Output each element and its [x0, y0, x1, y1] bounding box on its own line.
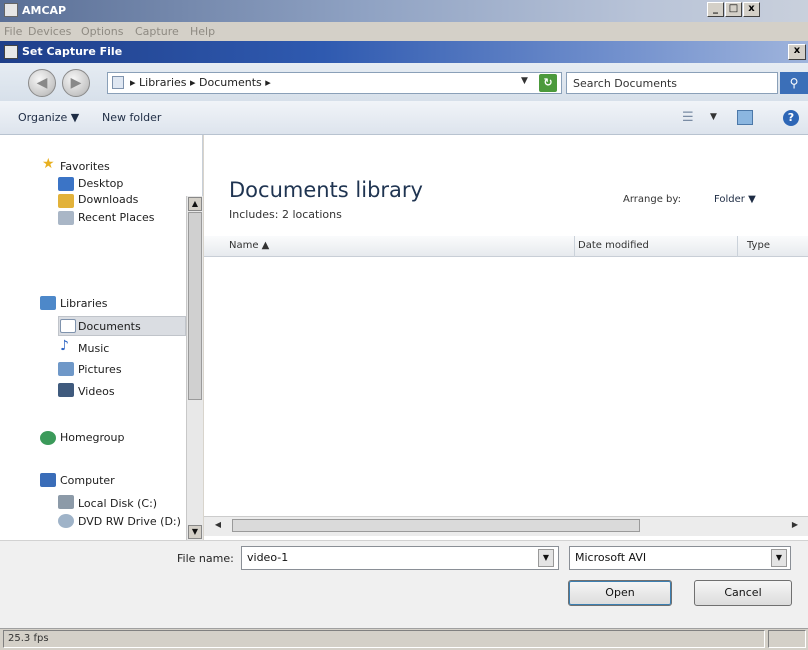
- app-close-button[interactable]: x: [743, 2, 760, 17]
- file-name-input[interactable]: video-1: [241, 546, 559, 570]
- arrange-by-label: Arrange by:: [623, 194, 681, 205]
- nav-item-downloads[interactable]: Downloads: [78, 193, 138, 206]
- amcap-app-icon: [4, 3, 18, 17]
- computer-icon: [40, 473, 56, 487]
- arrange-by-dropdown[interactable]: Folder ▼: [714, 194, 756, 205]
- nav-item-videos[interactable]: Videos: [78, 385, 115, 398]
- file-type-dropdown-icon[interactable]: ▼: [771, 549, 787, 567]
- videos-icon: [58, 383, 74, 397]
- menu-capture[interactable]: Capture: [135, 25, 179, 38]
- search-icon: ⚲: [789, 76, 799, 90]
- search-button[interactable]: ⚲: [780, 72, 808, 94]
- forward-button[interactable]: ▶: [62, 69, 90, 97]
- cancel-button[interactable]: Cancel: [694, 580, 792, 606]
- dialog-close-button[interactable]: x: [788, 44, 806, 60]
- nav-scroll-thumb[interactable]: [188, 212, 202, 400]
- maximize-button[interactable]: □: [725, 2, 742, 17]
- app-title-bar: [0, 0, 808, 22]
- new-folder-button[interactable]: New folder: [102, 111, 161, 124]
- views-icon[interactable]: ☰: [682, 110, 694, 125]
- documents-icon: [60, 319, 76, 333]
- library-includes-text[interactable]: Includes: 2 locations: [229, 208, 342, 221]
- nav-item-pictures[interactable]: Pictures: [78, 363, 122, 376]
- column-header-type[interactable]: Type: [747, 240, 770, 251]
- nav-item-libraries[interactable]: Libraries: [60, 297, 108, 310]
- back-arrow-icon: ◀: [36, 75, 48, 91]
- menu-help[interactable]: Help: [190, 25, 215, 38]
- menu-devices[interactable]: Devices: [28, 25, 71, 38]
- open-button[interactable]: Open: [568, 580, 672, 606]
- file-type-select[interactable]: Microsoft AVI: [569, 546, 791, 570]
- column-header-date-modified[interactable]: Date modified: [578, 240, 649, 251]
- status-cell: [3, 630, 765, 648]
- scroll-up-icon[interactable]: ▲: [188, 197, 202, 211]
- horizontal-scroll-thumb[interactable]: [232, 519, 640, 532]
- column-header-name[interactable]: Name ▲: [229, 240, 269, 251]
- nav-item-dvd-drive[interactable]: DVD RW Drive (D:): [78, 515, 181, 528]
- downloads-icon: [58, 194, 74, 208]
- nav-item-homegroup[interactable]: Homegroup: [60, 431, 124, 444]
- scroll-down-icon[interactable]: ▼: [188, 525, 202, 539]
- scroll-left-icon[interactable]: ◀: [211, 518, 225, 532]
- file-name-dropdown-icon[interactable]: ▼: [538, 549, 554, 567]
- desktop-icon: [58, 177, 74, 191]
- status-cell-secondary: [768, 630, 806, 648]
- nav-item-local-disk[interactable]: Local Disk (C:): [78, 497, 157, 510]
- forward-arrow-icon: ▶: [70, 75, 82, 91]
- refresh-button[interactable]: ↻: [539, 74, 557, 92]
- views-dropdown-icon[interactable]: ▼: [710, 112, 717, 122]
- breadcrumb[interactable]: ▸ Libraries ▸ Documents ▸: [130, 76, 271, 89]
- dialog-icon: [4, 45, 18, 59]
- recent-places-icon: [58, 211, 74, 225]
- pictures-icon: [58, 362, 74, 376]
- nav-item-favorites[interactable]: Favorites: [60, 160, 110, 173]
- nav-item-music[interactable]: Music: [78, 342, 109, 355]
- scroll-right-icon[interactable]: ▶: [788, 518, 802, 532]
- organize-button[interactable]: Organize ▼: [18, 111, 79, 124]
- nav-item-recent-places[interactable]: Recent Places: [78, 211, 155, 224]
- fps-readout: 25.3 fps: [8, 633, 49, 644]
- minimize-button[interactable]: _: [707, 2, 724, 17]
- menu-file[interactable]: File: [4, 25, 22, 38]
- folder-icon: [112, 76, 124, 89]
- homegroup-icon: [40, 431, 56, 445]
- nav-item-documents[interactable]: Documents: [78, 320, 141, 333]
- refresh-icon: ↻: [543, 76, 553, 89]
- local-disk-icon: [58, 495, 74, 509]
- back-button[interactable]: ◀: [28, 69, 56, 97]
- nav-item-computer[interactable]: Computer: [60, 474, 115, 487]
- nav-item-desktop[interactable]: Desktop: [78, 177, 123, 190]
- libraries-icon: [40, 296, 56, 310]
- app-title: AMCAP: [22, 4, 67, 17]
- file-name-label: File name:: [177, 552, 234, 565]
- preview-pane-icon[interactable]: [737, 110, 753, 125]
- favorites-star-icon: ★: [42, 156, 55, 172]
- music-icon: ♪: [60, 338, 69, 354]
- column-divider[interactable]: [574, 236, 575, 257]
- search-input[interactable]: Search Documents: [566, 72, 778, 94]
- help-icon[interactable]: ?: [783, 110, 799, 126]
- address-dropdown-icon[interactable]: ▼: [521, 76, 528, 86]
- dialog-title: Set Capture File: [22, 45, 123, 58]
- column-header-row: [204, 236, 808, 257]
- library-title: Documents library: [229, 178, 423, 202]
- menu-options[interactable]: Options: [81, 25, 123, 38]
- dvd-drive-icon: [58, 514, 74, 528]
- column-divider[interactable]: [737, 236, 738, 257]
